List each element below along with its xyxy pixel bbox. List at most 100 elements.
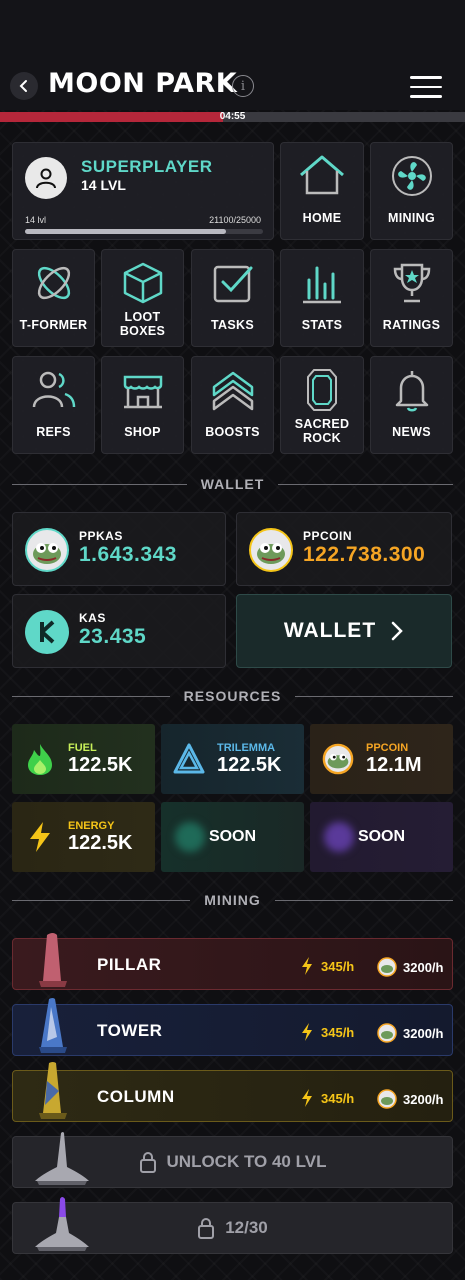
checkbox-icon — [213, 265, 252, 303]
triangle-icon — [173, 743, 205, 774]
kas-coin-icon — [25, 610, 69, 654]
mining-column-row[interactable]: COLUMN 345/h 3200/h — [12, 1062, 453, 1122]
energy-label: ENERGY — [68, 820, 115, 832]
fan-icon — [391, 156, 432, 196]
nav-home[interactable]: HOME — [280, 142, 364, 240]
hamburger-menu-button[interactable] — [410, 76, 442, 98]
player-level: 14 LVL — [81, 177, 126, 193]
ppkas-coin-icon — [25, 528, 69, 572]
trilemma-value: 122.5K — [217, 754, 282, 776]
box-icon — [123, 262, 162, 304]
mining-pillar-row[interactable]: PILLAR 345/h 3200/h — [12, 933, 453, 990]
nav-stats[interactable]: STATS — [280, 249, 364, 347]
tower-coin-rate: 3200/h — [403, 1025, 444, 1041]
resources-section-header: RESOURCES — [12, 686, 453, 706]
mining-locked-row-1[interactable]: UNLOCK TO 40 LVL — [12, 1132, 453, 1188]
user-icon — [25, 157, 67, 199]
nav-stats-label: STATS — [301, 318, 343, 332]
fuel-value: 122.5K — [68, 754, 133, 776]
pillar-name: PILLAR — [97, 955, 162, 974]
energy-resource[interactable]: ENERGY 122.5K — [12, 802, 155, 872]
nav-tformer[interactable]: T-FORMER — [12, 249, 95, 347]
mining-section-title: MINING — [204, 892, 261, 908]
chevrons-up-icon — [212, 371, 253, 411]
nav-tasks[interactable]: TASKS — [191, 249, 274, 347]
soon-label-1: SOON — [208, 828, 257, 845]
wallet-button[interactable]: WALLET — [236, 594, 452, 668]
nav-mining[interactable]: MINING — [370, 142, 453, 240]
xp-text: 21100/25000 — [209, 215, 261, 225]
nav-sacred-rock[interactable]: SACRED ROCK — [280, 356, 364, 454]
app-header: MOON PARK i — [0, 0, 465, 110]
mining-tower-row[interactable]: TOWER 345/h 3200/h — [12, 998, 453, 1056]
trophy-icon — [393, 263, 430, 303]
nav-boosts[interactable]: BOOSTS — [191, 356, 274, 454]
ppkas-balance-card[interactable]: PPKAS 1.643.343 — [12, 512, 226, 586]
ppcoin-value: 122.738.300 — [303, 543, 426, 566]
page-title: MOON PARK — [48, 68, 238, 99]
timer-bar: 04:55 — [0, 111, 465, 122]
ppcoin-coin-icon — [249, 528, 293, 572]
lightning-icon — [30, 822, 50, 852]
timer-text: 04:55 — [219, 111, 246, 122]
wallet-section-title: WALLET — [200, 476, 265, 492]
mining-locked-row-2[interactable]: 12/30 — [12, 1197, 453, 1254]
trilemma-label: TRILEMMA — [217, 742, 276, 754]
ppcoin-balance-card[interactable]: PPCOIN 122.738.300 — [236, 512, 452, 586]
wallet-button-label: WALLET — [283, 619, 377, 642]
lightning-icon — [302, 1023, 312, 1041]
nav-refs-label: REFS — [36, 425, 71, 439]
bell-icon — [395, 371, 428, 412]
crystal-icon — [307, 369, 337, 411]
column-energy-rate: 345/h — [321, 1090, 355, 1106]
fuel-resource[interactable]: FUEL 122.5K — [12, 724, 155, 794]
chevron-right-icon — [391, 621, 403, 641]
kas-label: KAS — [79, 611, 106, 625]
nav-shop[interactable]: SHOP — [101, 356, 184, 454]
nav-shop-label: SHOP — [124, 425, 161, 439]
profile-card[interactable]: SUPERPLAYER 14 LVL 14 lvl 21100/25000 — [12, 142, 274, 240]
xp-progress-fill — [25, 229, 226, 234]
player-name: SUPERPLAYER — [81, 157, 213, 176]
soon-resource-1: SOON — [161, 802, 304, 872]
nav-refs[interactable]: REFS — [12, 356, 95, 454]
ppkas-value: 1.643.343 — [79, 543, 177, 566]
nav-mining-label: MINING — [388, 211, 435, 225]
nav-tformer-label: T-FORMER — [19, 318, 88, 332]
ppcoin-icon — [377, 1089, 397, 1109]
nav-ratings[interactable]: RATINGS — [370, 249, 453, 347]
ppcoin-res-label: PPCOIN — [366, 742, 409, 754]
users-icon — [32, 371, 75, 408]
flame-icon — [28, 744, 52, 775]
tower-energy-rate: 345/h — [321, 1024, 355, 1040]
nav-ratings-label: RATINGS — [382, 318, 441, 332]
nav-loot-boxes[interactable]: LOOT BOXES — [101, 249, 184, 347]
ppcoin-resource[interactable]: PPCOIN 12.1M — [310, 724, 453, 794]
back-button[interactable] — [10, 72, 38, 100]
energy-value: 122.5K — [68, 832, 133, 854]
ppcoin-res-value: 12.1M — [366, 754, 422, 776]
chevron-left-icon — [19, 80, 27, 92]
resources-section-title: RESOURCES — [183, 688, 282, 704]
lightning-icon — [302, 1089, 312, 1107]
transformer-icon — [37, 266, 70, 300]
home-icon — [300, 155, 344, 195]
kas-balance-card[interactable]: KAS 23.435 — [12, 594, 226, 668]
xp-progress-bar — [25, 229, 263, 234]
ppcoin-icon — [377, 957, 397, 977]
fuel-label: FUEL — [68, 742, 97, 754]
kas-value: 23.435 — [79, 625, 147, 648]
nav-tasks-label: TASKS — [211, 318, 254, 332]
nav-news[interactable]: NEWS — [370, 356, 453, 454]
wallet-section-header: WALLET — [12, 474, 454, 494]
ppcoin-icon — [377, 1023, 397, 1043]
column-icon — [39, 1062, 67, 1119]
info-icon[interactable]: i — [232, 75, 254, 97]
column-name: COLUMN — [97, 1087, 175, 1106]
locked-label-2: 12/30 — [225, 1218, 268, 1237]
ppcoin-label: PPCOIN — [303, 529, 353, 543]
nav-home-label: HOME — [302, 211, 342, 225]
trilemma-resource[interactable]: TRILEMMA 122.5K — [161, 724, 304, 794]
tower-name: TOWER — [97, 1021, 163, 1040]
soon-resource-2: SOON — [310, 802, 453, 872]
